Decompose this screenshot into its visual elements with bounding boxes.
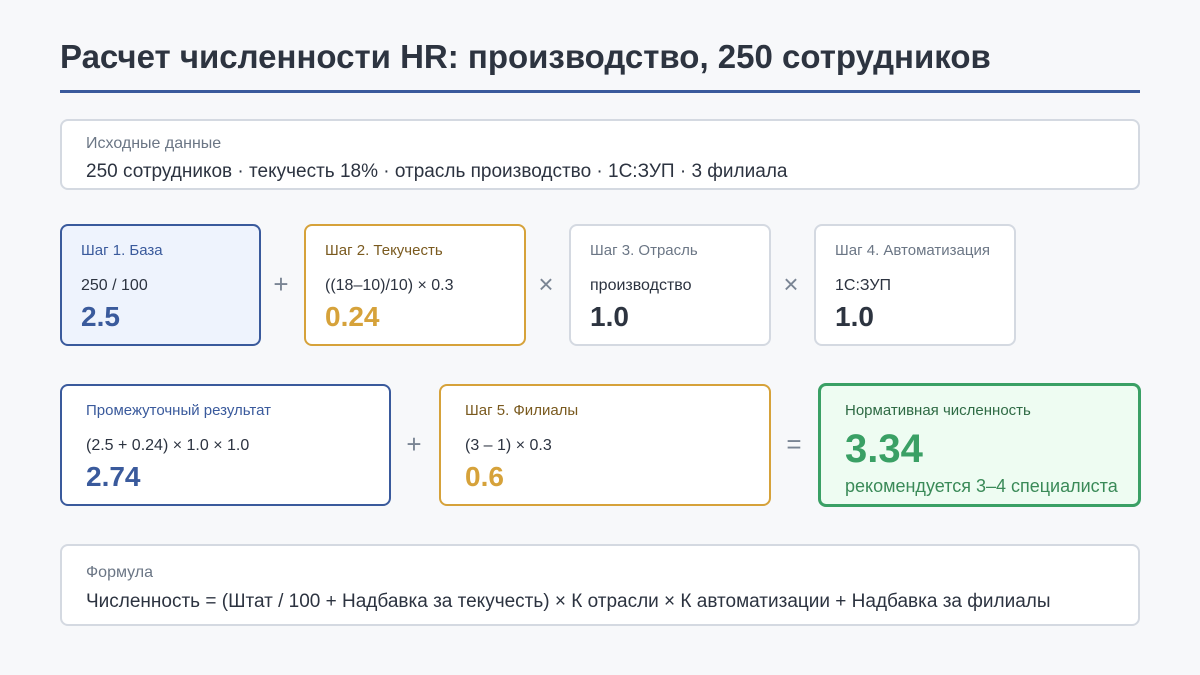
result-value: 3.34 bbox=[845, 427, 923, 471]
times-operator: × bbox=[783, 269, 799, 299]
times-operator: × bbox=[538, 269, 554, 299]
step-2-expression: ((18–10)/10) × 0.3 bbox=[325, 277, 454, 294]
page-title: Расчет численности HR: производство, 250… bbox=[60, 38, 991, 75]
title-divider bbox=[60, 90, 1140, 93]
step-4-value: 1.0 bbox=[835, 301, 874, 332]
step-5-label: Шаг 5. Филиалы bbox=[465, 402, 579, 419]
intermediate-value: 2.74 bbox=[86, 461, 141, 492]
step-4-expression: 1С:ЗУП bbox=[835, 277, 892, 294]
plus-operator: + bbox=[406, 429, 422, 459]
input-data-label: Исходные данные bbox=[86, 135, 222, 152]
step-3-label: Шаг 3. Отрасль bbox=[590, 242, 698, 259]
step-5-expression: (3 – 1) × 0.3 bbox=[465, 437, 552, 454]
step-1-expression: 250 / 100 bbox=[81, 277, 148, 294]
formula-box: Формула Численность = (Штат / 100 + Надб… bbox=[60, 544, 1140, 626]
input-data-text: 250 сотрудников · текучесть 18% · отрасл… bbox=[86, 161, 788, 182]
step-1-label: Шаг 1. База bbox=[81, 242, 163, 259]
result-box: Нормативная численность 3.34 рекомендует… bbox=[818, 383, 1141, 507]
step-3-box: Шаг 3. Отрасль производство 1.0 bbox=[569, 224, 771, 346]
step-5-value: 0.6 bbox=[465, 461, 504, 492]
intermediate-result-box: Промежуточный результат (2.5 + 0.24) × 1… bbox=[60, 384, 391, 506]
input-data-box: Исходные данные 250 сотрудников · текуче… bbox=[60, 119, 1140, 190]
result-note: рекомендуется 3–4 специалиста bbox=[845, 476, 1118, 496]
step-3-expression: производство bbox=[590, 277, 692, 294]
intermediate-expression: (2.5 + 0.24) × 1.0 × 1.0 bbox=[86, 437, 250, 454]
step-2-label: Шаг 2. Текучесть bbox=[325, 242, 443, 259]
plus-operator: + bbox=[273, 269, 289, 299]
step-1-box: Шаг 1. База 250 / 100 2.5 bbox=[60, 224, 261, 346]
step-2-box: Шаг 2. Текучесть ((18–10)/10) × 0.3 0.24 bbox=[304, 224, 526, 346]
step-4-box: Шаг 4. Автоматизация 1С:ЗУП 1.0 bbox=[814, 224, 1016, 346]
step-4-label: Шаг 4. Автоматизация bbox=[835, 242, 990, 259]
formula-text: Численность = (Штат / 100 + Надбавка за … bbox=[86, 591, 1051, 612]
step-3-value: 1.0 bbox=[590, 301, 629, 332]
formula-label: Формула bbox=[86, 564, 154, 581]
step-1-value: 2.5 bbox=[81, 301, 120, 332]
result-label: Нормативная численность bbox=[845, 402, 1031, 419]
intermediate-label: Промежуточный результат bbox=[86, 402, 272, 419]
step-2-value: 0.24 bbox=[325, 301, 380, 332]
step-5-box: Шаг 5. Филиалы (3 – 1) × 0.3 0.6 bbox=[439, 384, 771, 506]
equals-operator: = bbox=[786, 429, 802, 459]
